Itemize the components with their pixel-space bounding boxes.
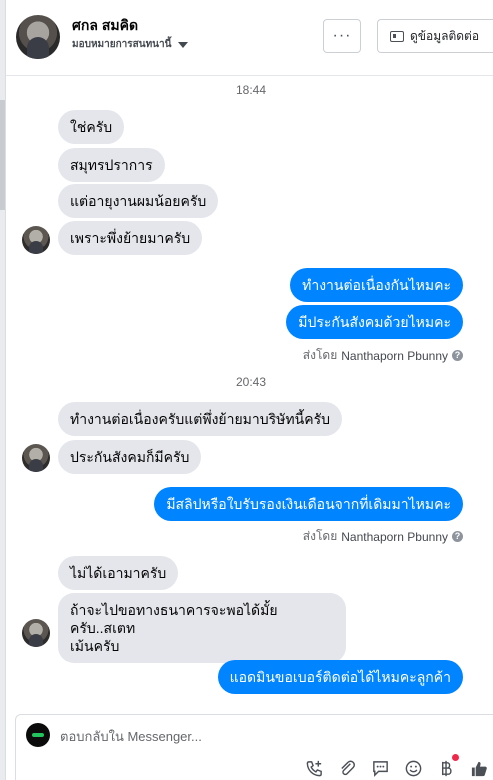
- incoming-message[interactable]: ใช่ครับ: [58, 110, 125, 144]
- payment-baht-icon[interactable]: [436, 754, 459, 778]
- contact-avatar[interactable]: [16, 15, 60, 59]
- help-icon[interactable]: ?: [452, 531, 463, 542]
- timestamp: 18:44: [235, 83, 267, 97]
- composer-toolbar: [304, 754, 489, 778]
- outgoing-message[interactable]: มีสลิปหรือใบรับรองเงินเดือนจากที่เดิมมาไ…: [154, 487, 463, 521]
- sent-by-name[interactable]: Nanthaporn Pbunny: [341, 530, 448, 544]
- sender-avatar[interactable]: [22, 619, 50, 647]
- incoming-message[interactable]: เพราะพึ่งย้ายมาครับ: [58, 221, 203, 255]
- message-line: ถ้าจะไปขอทางธนาคารจะพอได้มั้ยครับ..สเตท: [70, 602, 278, 636]
- timestamp: 20:43: [235, 375, 267, 389]
- sender-avatar[interactable]: [22, 444, 50, 472]
- view-contact-info-label: ดูข้อมูลติดต่อ: [410, 28, 480, 43]
- notification-dot: [452, 754, 459, 761]
- sent-by-prefix: ส่งโดย: [302, 529, 338, 543]
- assign-conversation-label: มอบหมายการสนทนานี้: [72, 39, 172, 50]
- sent-by-info: ส่งโดย Nanthaporn Pbunny ?: [303, 527, 463, 546]
- reply-composer: [15, 714, 493, 780]
- emoji-icon[interactable]: [403, 758, 423, 778]
- outgoing-message[interactable]: แอดมินขอเบอร์ติดต่อได้ไหมคะลูกค้า: [217, 660, 463, 694]
- conversation-header: ศกล สมคิด มอบหมายการสนทนานี้ ··· ดูข้อมู…: [6, 0, 493, 76]
- incoming-message[interactable]: ประกันสังคมก็มีครับ: [58, 440, 202, 474]
- sent-by-info: ส่งโดย Nanthaporn Pbunny ?: [303, 346, 463, 365]
- saved-replies-icon[interactable]: [370, 758, 390, 778]
- caret-down-icon: [178, 41, 189, 48]
- contact-name[interactable]: ศกล สมคิด: [72, 15, 138, 37]
- view-contact-info-button[interactable]: ดูข้อมูลติดต่อ: [377, 19, 493, 53]
- incoming-message[interactable]: แต่อายุงานผมน้อยครับ: [58, 184, 219, 218]
- message-thread: 18:44 ใช่ครับ สมุทรปราการ แต่อายุงานผมน้…: [6, 77, 493, 704]
- page-logo-icon: [26, 723, 50, 747]
- contact-card-icon: [390, 30, 404, 42]
- left-scrollbar-thumb[interactable]: [0, 100, 5, 210]
- outgoing-message[interactable]: ทำงานต่อเนื่องกันไหมคะ: [290, 268, 463, 302]
- incoming-message[interactable]: ทำงานต่อเนื่องครับแต่พึ่งย้ายมาบริษัทนี้…: [58, 402, 342, 436]
- incoming-message[interactable]: ถ้าจะไปขอทางธนาคารจะพอได้มั้ยครับ..สเตท …: [58, 593, 346, 663]
- message-line: เม้นครับ: [70, 638, 120, 654]
- more-options-label: ···: [332, 27, 352, 44]
- sent-by-name[interactable]: Nanthaporn Pbunny: [341, 349, 448, 363]
- attachment-icon[interactable]: [337, 758, 357, 778]
- like-thumb-icon[interactable]: [469, 758, 489, 778]
- help-icon[interactable]: ?: [452, 350, 463, 361]
- incoming-message[interactable]: ไม่ได้เอามาครับ: [58, 556, 179, 590]
- sent-by-prefix: ส่งโดย: [302, 348, 338, 362]
- outgoing-message[interactable]: มีประกันสังคมด้วยไหมคะ: [286, 305, 463, 339]
- more-options-button[interactable]: ···: [323, 19, 361, 53]
- incoming-message[interactable]: สมุทรปราการ: [58, 148, 165, 182]
- sender-avatar[interactable]: [22, 226, 50, 254]
- reply-input[interactable]: [60, 729, 440, 744]
- assign-conversation-dropdown[interactable]: มอบหมายการสนทนานี้: [72, 37, 189, 52]
- phone-add-icon[interactable]: [304, 758, 324, 778]
